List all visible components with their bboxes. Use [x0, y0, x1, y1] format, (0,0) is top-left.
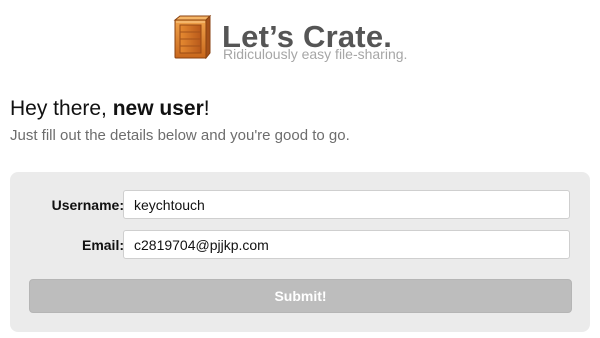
- submit-button[interactable]: Submit!: [29, 279, 572, 313]
- greeting-heading: Hey there, new user!: [10, 97, 210, 121]
- crate-icon: [173, 15, 212, 59]
- email-input[interactable]: [123, 230, 570, 259]
- brand-tagline: Ridiculously easy file-sharing.: [223, 46, 408, 62]
- username-row: Username:: [10, 190, 590, 220]
- page-subtitle: Just fill out the details below and you'…: [10, 127, 350, 144]
- username-input[interactable]: [123, 190, 570, 219]
- greeting-prefix: Hey there,: [10, 97, 107, 120]
- email-row: Email:: [10, 230, 590, 260]
- signup-page: Let’s Crate. Ridiculously easy file-shar…: [0, 0, 600, 338]
- signup-form: Username: Email: Submit!: [10, 172, 590, 332]
- greeting-bold: new user: [112, 97, 204, 120]
- username-label: Username:: [51, 197, 124, 213]
- email-label: Email:: [81, 237, 124, 253]
- greeting-suffix: !: [203, 97, 210, 120]
